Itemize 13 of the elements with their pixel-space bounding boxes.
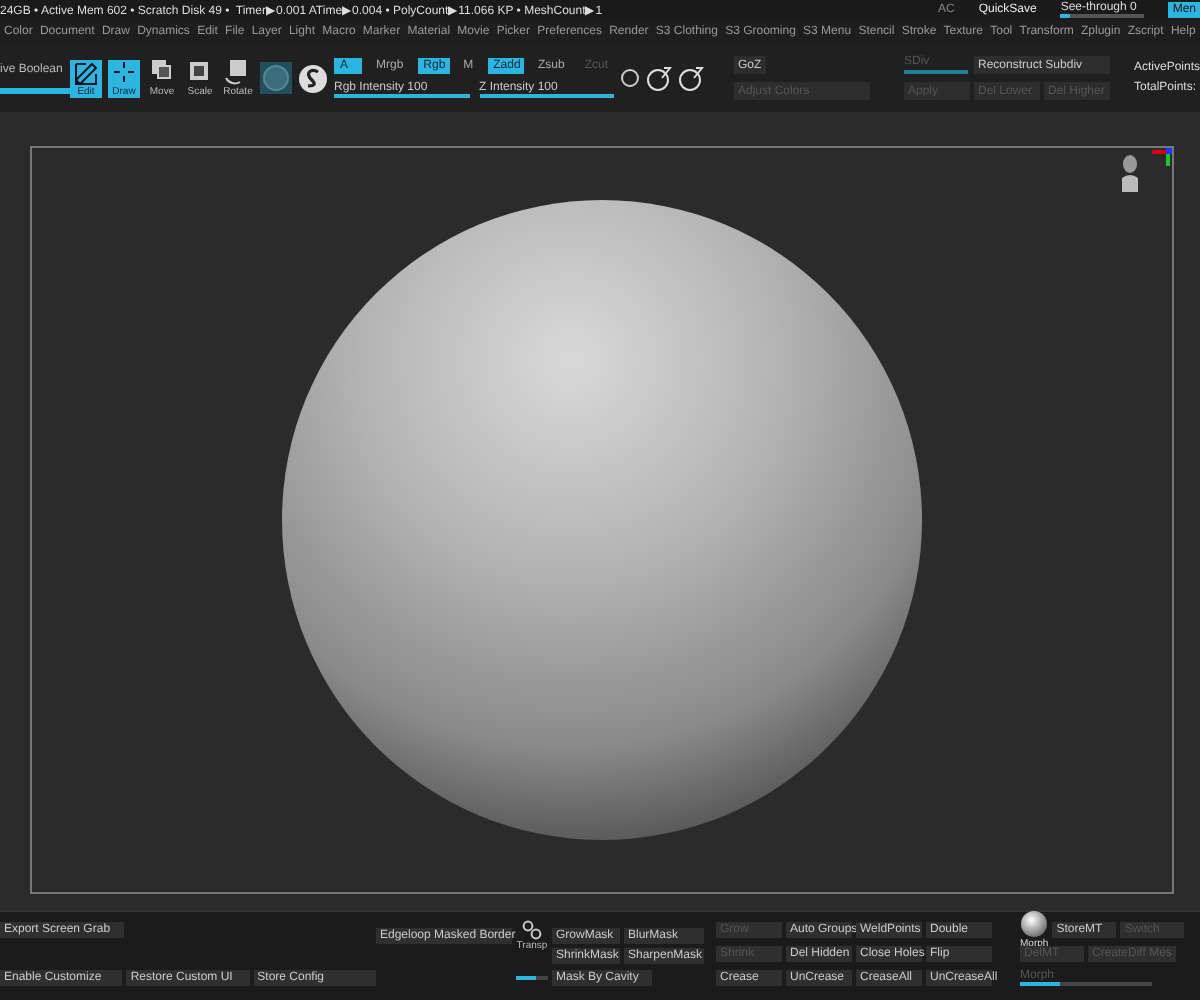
square-icon: [224, 57, 252, 85]
sphere-icon: [1020, 910, 1049, 938]
material-sphere-icon: [262, 64, 290, 92]
crosshair-icon: [110, 57, 138, 85]
material-swatch[interactable]: [260, 62, 292, 94]
pencil-icon: [72, 57, 100, 85]
focal-shift-icon[interactable]: [620, 66, 640, 90]
square-icon: [148, 57, 176, 85]
square-icon: [186, 57, 214, 85]
axis-icon: [1152, 148, 1172, 168]
s-logo-icon[interactable]: [298, 63, 328, 93]
gears-icon: [520, 920, 544, 940]
bust-icon[interactable]: [1120, 152, 1144, 196]
